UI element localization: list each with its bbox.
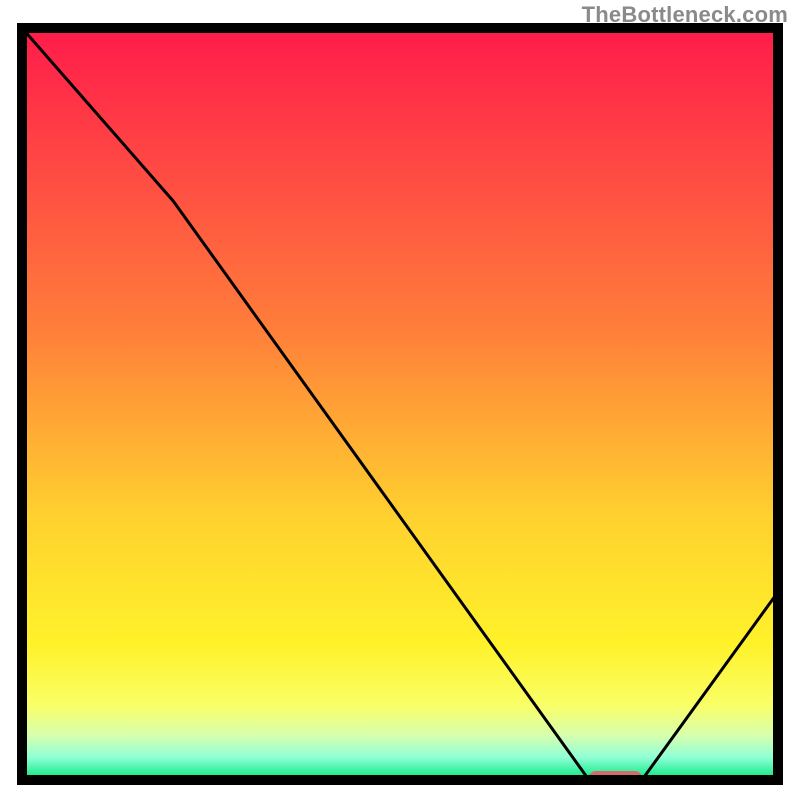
bottleneck-chart [0, 0, 800, 800]
attribution-label: TheBottleneck.com [582, 2, 788, 28]
chart-container: TheBottleneck.com [0, 0, 800, 800]
chart-background [22, 28, 778, 780]
